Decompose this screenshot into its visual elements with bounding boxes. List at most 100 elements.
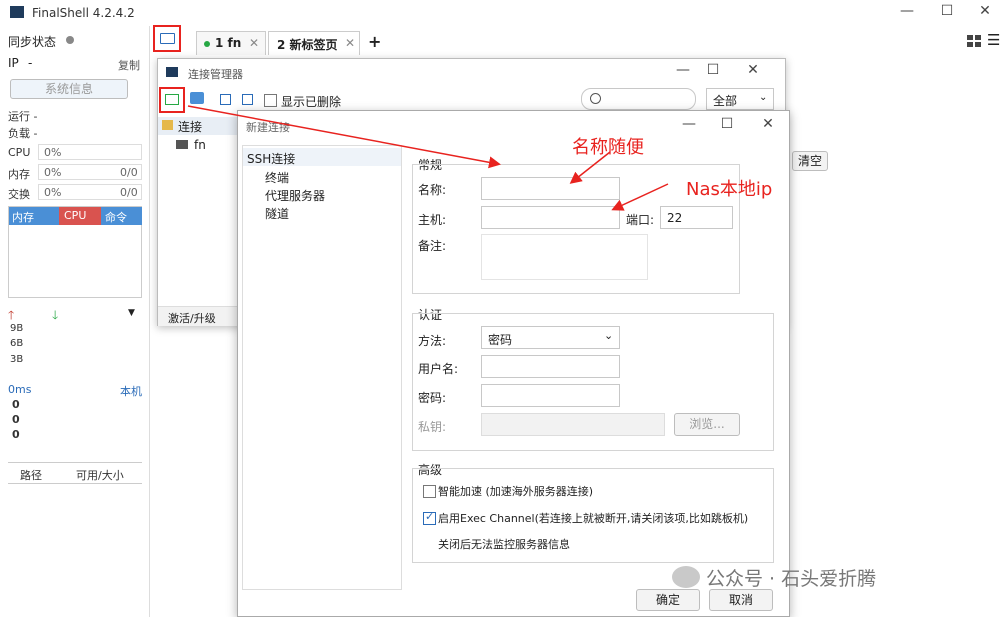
- latency-value-1: 0: [12, 398, 20, 411]
- conn-manager-maximize-icon[interactable]: ☐: [703, 62, 723, 78]
- smart-accel-checkbox[interactable]: [423, 485, 436, 498]
- exec-channel-label: 启用Exec Channel(若连接上就被断开,请关闭该项,比如跳板机): [438, 512, 749, 525]
- ip-label: IP: [8, 56, 19, 70]
- download-arrow-icon: 🡓: [52, 308, 59, 322]
- tab-status-dot-icon: [204, 41, 210, 47]
- swap-label: 交换: [8, 188, 30, 201]
- latency-label: 0ms: [8, 383, 32, 396]
- note-textarea[interactable]: [481, 234, 648, 280]
- activate-label: 激活/升级: [168, 312, 216, 325]
- username-label: 用户名:: [418, 362, 459, 376]
- minimize-icon[interactable]: —: [897, 3, 917, 19]
- show-deleted-label: 显示已删除: [281, 95, 342, 109]
- folder-icon: [160, 33, 175, 44]
- mem-ratio: 0/0: [120, 166, 138, 179]
- latency-target[interactable]: 本机: [120, 383, 142, 399]
- mem-label: 内存: [8, 168, 30, 181]
- tab-process-cmd[interactable]: 命令: [101, 207, 142, 225]
- username-input[interactable]: [481, 355, 620, 378]
- conn-manager-close-icon[interactable]: ✕: [743, 62, 763, 78]
- tree-root-label: 连接: [178, 120, 203, 134]
- method-label: 方法:: [418, 334, 447, 348]
- host-label: 主机:: [418, 213, 447, 227]
- annotation-host-hint: Nas本地ip: [686, 179, 773, 200]
- tree-root-connections[interactable]: 连接: [158, 117, 238, 135]
- nav-terminal[interactable]: 终端: [265, 169, 289, 186]
- sync-status-dot-icon: [66, 36, 74, 44]
- conn-tree: 连接 fn: [158, 115, 238, 305]
- password-input[interactable]: [481, 384, 620, 407]
- nav-ssh-label: SSH连接: [247, 152, 296, 166]
- new-conn-close-icon[interactable]: ✕: [758, 116, 778, 132]
- smart-accel-label: 智能加速 (加速海外服务器连接): [438, 485, 594, 498]
- tab-1-fn[interactable]: 1 fn ✕: [196, 31, 266, 55]
- chevron-down-icon: ⌄: [604, 329, 614, 342]
- mem-value: 0%: [44, 166, 62, 179]
- swap-value: 0%: [44, 186, 62, 199]
- conn-filter-value: 全部: [713, 94, 738, 108]
- exec-channel-checkbox[interactable]: ✓: [423, 510, 436, 525]
- terminal-icon: [176, 140, 188, 149]
- new-conn-minimize-icon[interactable]: —: [679, 116, 699, 132]
- conn-filter-select[interactable]: 全部 ⌄: [706, 88, 774, 110]
- tab-process-cpu[interactable]: CPU: [59, 207, 101, 225]
- nav-ssh[interactable]: SSH连接: [243, 148, 401, 166]
- maximize-icon[interactable]: ☐: [937, 3, 957, 19]
- expand-icon[interactable]: [242, 94, 253, 105]
- nav-tunnel[interactable]: 隧道: [265, 205, 289, 222]
- app-logo-icon: [10, 6, 24, 18]
- clear-button[interactable]: 清空: [792, 151, 828, 171]
- swap-ratio: 0/0: [120, 186, 138, 199]
- method-select[interactable]: 密码 ⌄: [481, 326, 620, 349]
- conn-manager-logo-icon: [166, 67, 178, 77]
- sysinfo-button[interactable]: 系统信息: [10, 79, 128, 99]
- folder-icon: [162, 120, 173, 130]
- new-connection-button[interactable]: [159, 87, 185, 113]
- chevron-down-icon: ⌄: [759, 92, 768, 103]
- tab-2-new[interactable]: 2 新标签页 ✕: [268, 31, 360, 55]
- watermark-text: 公众号 · 石头爱折腾: [706, 568, 877, 590]
- cpu-value: 0%: [44, 146, 62, 159]
- tab-close-icon[interactable]: ✕: [249, 36, 259, 50]
- disk-col-size: 可用/大小: [76, 469, 124, 482]
- menu-icon[interactable]: ☰: [987, 31, 1000, 49]
- collapse-icon[interactable]: [220, 94, 231, 105]
- copy-link[interactable]: 复制: [118, 57, 140, 73]
- net-tick-3b: 3B: [10, 354, 24, 365]
- new-conn-title: 新建连接: [246, 121, 290, 134]
- tab-close-icon[interactable]: ✕: [345, 36, 355, 50]
- show-deleted-checkbox[interactable]: [264, 94, 277, 107]
- port-input[interactable]: 22: [660, 206, 733, 229]
- cpu-label: CPU: [8, 146, 31, 159]
- private-key-input: [481, 413, 665, 436]
- tree-item-fn[interactable]: fn: [174, 137, 234, 155]
- conn-manager-minimize-icon[interactable]: —: [673, 62, 693, 78]
- new-conn-maximize-icon[interactable]: ☐: [717, 116, 737, 132]
- name-input[interactable]: [481, 177, 620, 200]
- browse-button: 浏览...: [674, 413, 740, 436]
- tab-process-mem[interactable]: 内存: [9, 207, 59, 225]
- nav-proxy[interactable]: 代理服务器: [265, 187, 325, 204]
- net-dropdown-icon[interactable]: ▼: [128, 308, 135, 318]
- latency-value-3: 0: [12, 428, 20, 441]
- new-folder-icon[interactable]: [190, 92, 204, 104]
- net-tick-6b: 6B: [10, 338, 24, 349]
- cancel-button[interactable]: 取消: [709, 589, 773, 611]
- activate-upgrade-link[interactable]: 激活/升级: [158, 306, 238, 326]
- host-input[interactable]: [481, 206, 620, 229]
- conn-search-input[interactable]: [581, 88, 696, 110]
- open-folder-button[interactable]: [153, 25, 181, 52]
- add-tab-icon[interactable]: +: [368, 32, 381, 51]
- tab-2-label: 2 新标签页: [277, 38, 338, 52]
- checkmark-icon: ✓: [425, 510, 435, 523]
- ok-button[interactable]: 确定: [636, 589, 700, 611]
- sync-status-label: 同步状态: [8, 35, 57, 49]
- exec-note: 关闭后无法监控服务器信息: [438, 538, 570, 551]
- left-sidebar: 同步状态 IP - 复制 系统信息 运行 - 负载 - CPU 0% 内存 0%…: [0, 26, 150, 617]
- latency-value-2: 0: [12, 413, 20, 426]
- close-icon[interactable]: ✕: [975, 3, 995, 19]
- grid-view-icon[interactable]: [967, 35, 981, 47]
- method-value: 密码: [488, 333, 513, 347]
- disk-col-path: 路径: [20, 469, 42, 482]
- private-key-label: 私钥:: [418, 420, 447, 434]
